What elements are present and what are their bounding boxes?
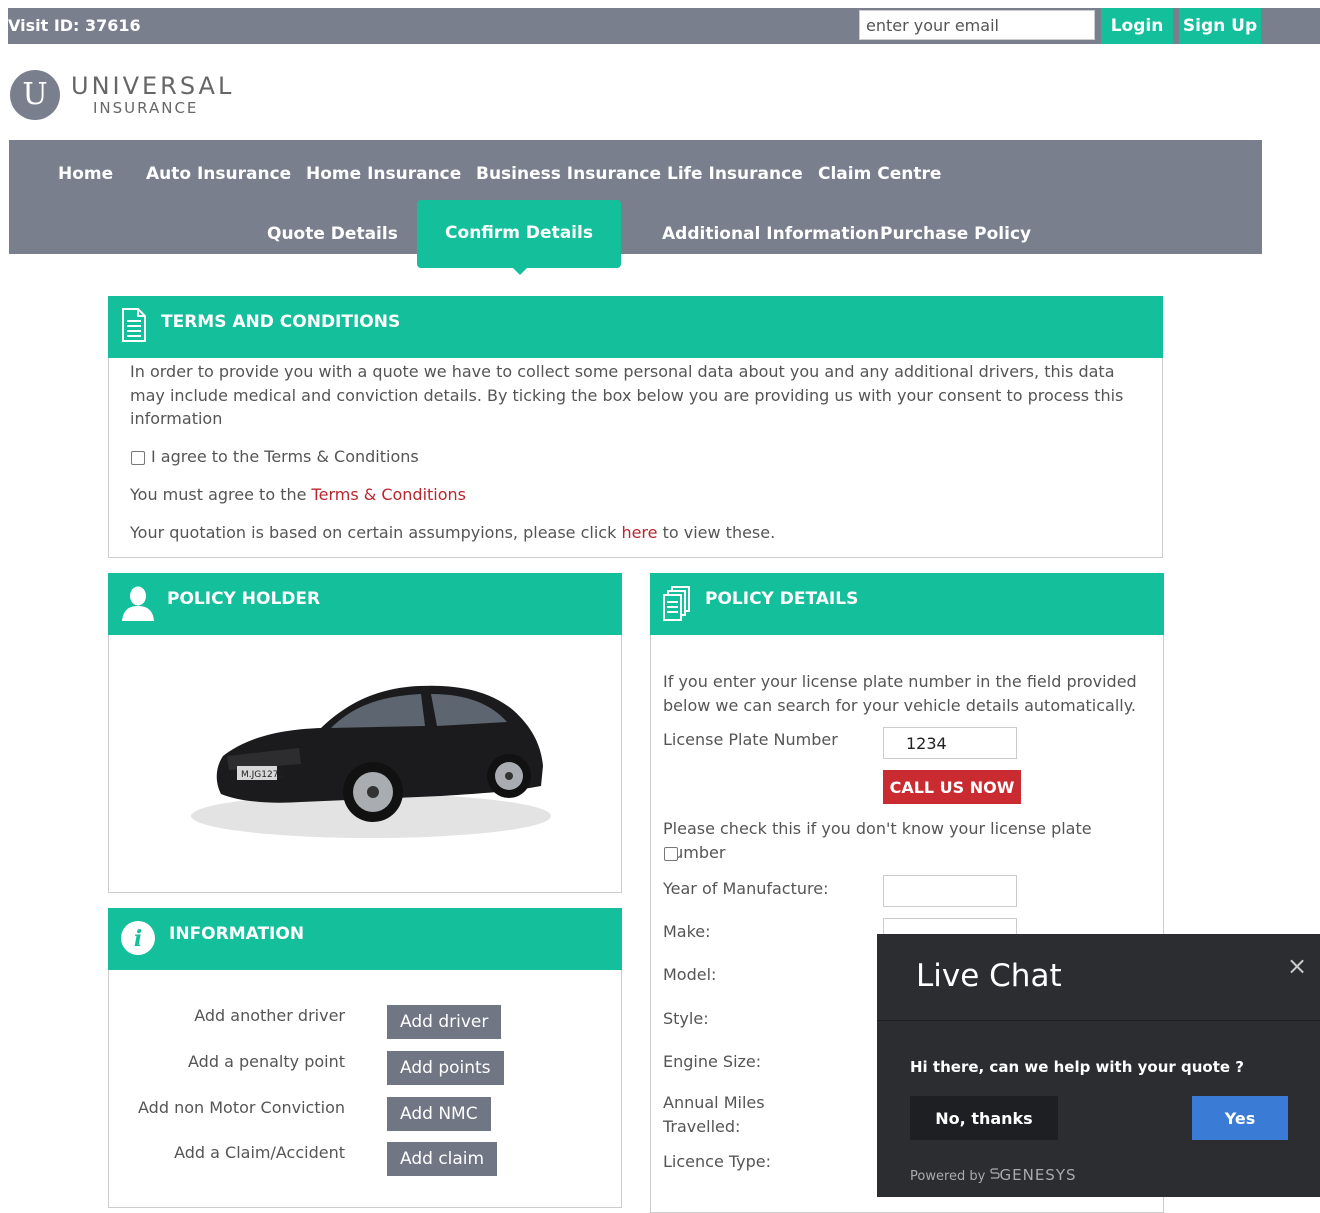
nav-home-insurance[interactable]: Home Insurance: [306, 164, 461, 184]
must-agree-label: You must agree to the: [130, 485, 312, 504]
licence-type-label: Licence Type:: [663, 1152, 772, 1171]
top-bar: Visit ID: 37616 Login Sign Up: [8, 8, 1320, 44]
step-confirm-details-label: Confirm Details: [445, 223, 593, 243]
powered-by-label: Powered by: [910, 1169, 986, 1184]
add-driver-button[interactable]: Add driver: [387, 1005, 502, 1039]
terms-title: TERMS AND CONDITIONS: [161, 312, 401, 332]
quote-assumptions-text: Your quotation is based on certain assum…: [130, 521, 775, 545]
license-plate-input[interactable]: 1234: [883, 727, 1017, 759]
no-thanks-button[interactable]: No, thanks: [910, 1096, 1058, 1140]
model-label: Model:: [663, 965, 717, 984]
car-plate-text: M.JG1272: [241, 770, 284, 780]
visit-id: Visit ID: 37616: [8, 16, 141, 35]
add-nmc-label: Add non Motor Conviction: [138, 1098, 345, 1117]
terms-header: TERMS AND CONDITIONS: [108, 296, 1163, 358]
documents-icon: [663, 586, 690, 621]
user-icon: [122, 586, 154, 621]
annual-miles-label: Annual Miles Travelled:: [663, 1093, 765, 1136]
call-us-now-button[interactable]: CALL US NOW: [883, 770, 1021, 804]
engine-label: Engine Size:: [663, 1052, 762, 1071]
information-title: INFORMATION: [169, 924, 305, 944]
dont-know-checkbox[interactable]: [664, 847, 678, 861]
make-label: Make:: [663, 922, 711, 941]
nav-life-insurance[interactable]: Life Insurance: [667, 164, 803, 184]
plate-label: License Plate Number: [663, 730, 838, 749]
login-button[interactable]: Login: [1101, 8, 1173, 44]
dont-know-label: Please check this if you don't know your…: [663, 819, 1092, 862]
nav-claim-centre[interactable]: Claim Centre: [818, 164, 941, 184]
signup-button[interactable]: Sign Up: [1179, 8, 1261, 44]
terms-panel: TERMS AND CONDITIONS In order to provide…: [108, 296, 1163, 558]
car-image: M.JG1272: [191, 685, 551, 838]
quote-based-label: Your quotation is based on certain assum…: [130, 523, 622, 542]
policy-details-title: POLICY DETAILS: [705, 589, 859, 609]
add-points-button[interactable]: Add points: [387, 1051, 504, 1085]
terms-body: In order to provide you with a quote we …: [130, 362, 1124, 428]
genesys-icon: [989, 1168, 1000, 1179]
live-chat-widget: Live Chat × Hi there, can we help with y…: [877, 934, 1320, 1197]
year-label: Year of Manufacture:: [663, 879, 829, 898]
policy-holder-panel: POLICY HOLDER M.JG1272: [108, 573, 622, 893]
policy-holder-title: POLICY HOLDER: [167, 589, 321, 609]
logo-emblem: U: [10, 70, 60, 120]
add-points-label: Add a penalty point: [188, 1052, 345, 1071]
main-navigation: Home Auto Insurance Home Insurance Busin…: [9, 140, 1262, 275]
style-label: Style:: [663, 1009, 709, 1028]
powered-by: Powered by GENESYS: [910, 1166, 1077, 1184]
document-icon: [122, 308, 146, 342]
step-confirm-details[interactable]: Confirm Details: [417, 200, 621, 275]
here-link[interactable]: here: [621, 523, 657, 542]
info-row-label: Add a Claim/Accident: [109, 1143, 345, 1167]
logo-subtitle: INSURANCE: [93, 99, 199, 117]
info-row-label: Add another driver: [109, 1006, 345, 1030]
logo-name: UNIVERSAL: [71, 72, 235, 100]
genesys-text: GENESYS: [999, 1166, 1077, 1184]
quote-based-end: to view these.: [657, 523, 776, 542]
agree-label: I agree to the Terms & Conditions: [151, 447, 419, 466]
chat-divider: [877, 1020, 1320, 1021]
chat-question: Hi there, can we help with your quote ?: [910, 1058, 1244, 1076]
agree-checkbox[interactable]: [131, 451, 145, 465]
step-quote-details[interactable]: Quote Details: [267, 224, 398, 244]
policy-holder-header: POLICY HOLDER: [108, 573, 622, 635]
step-purchase-policy[interactable]: Purchase Policy: [880, 224, 1031, 244]
genesys-logo: GENESYS: [989, 1166, 1077, 1184]
plate-intro: If you enter your license plate number i…: [663, 672, 1137, 715]
info-row-label: Add non Motor Conviction: [109, 1098, 345, 1122]
information-panel: i INFORMATION Add another driver Add dri…: [108, 908, 622, 1208]
svg-text:i: i: [134, 926, 142, 952]
add-nmc-button[interactable]: Add NMC: [387, 1097, 491, 1131]
nav-business-insurance[interactable]: Business Insurance: [476, 164, 661, 184]
add-driver-label: Add another driver: [194, 1006, 345, 1025]
yes-button[interactable]: Yes: [1192, 1096, 1288, 1140]
info-row-label: Add a penalty point: [109, 1052, 345, 1076]
step-additional-information[interactable]: Additional Information: [662, 224, 879, 244]
add-claim-button[interactable]: Add claim: [387, 1142, 498, 1176]
nav-home[interactable]: Home: [58, 164, 113, 184]
chat-title: Live Chat: [916, 958, 1062, 994]
must-agree-text: You must agree to the Terms & Conditions: [130, 483, 466, 507]
information-header: i INFORMATION: [108, 908, 622, 970]
nav-auto-insurance[interactable]: Auto Insurance: [146, 164, 291, 184]
email-input[interactable]: [859, 10, 1095, 40]
add-claim-label: Add a Claim/Accident: [174, 1143, 345, 1162]
terms-link[interactable]: Terms & Conditions: [312, 485, 466, 504]
close-icon[interactable]: ×: [1287, 952, 1307, 980]
policy-details-header: POLICY DETAILS: [650, 573, 1164, 635]
info-icon: i: [121, 921, 155, 955]
year-input[interactable]: [883, 875, 1017, 907]
